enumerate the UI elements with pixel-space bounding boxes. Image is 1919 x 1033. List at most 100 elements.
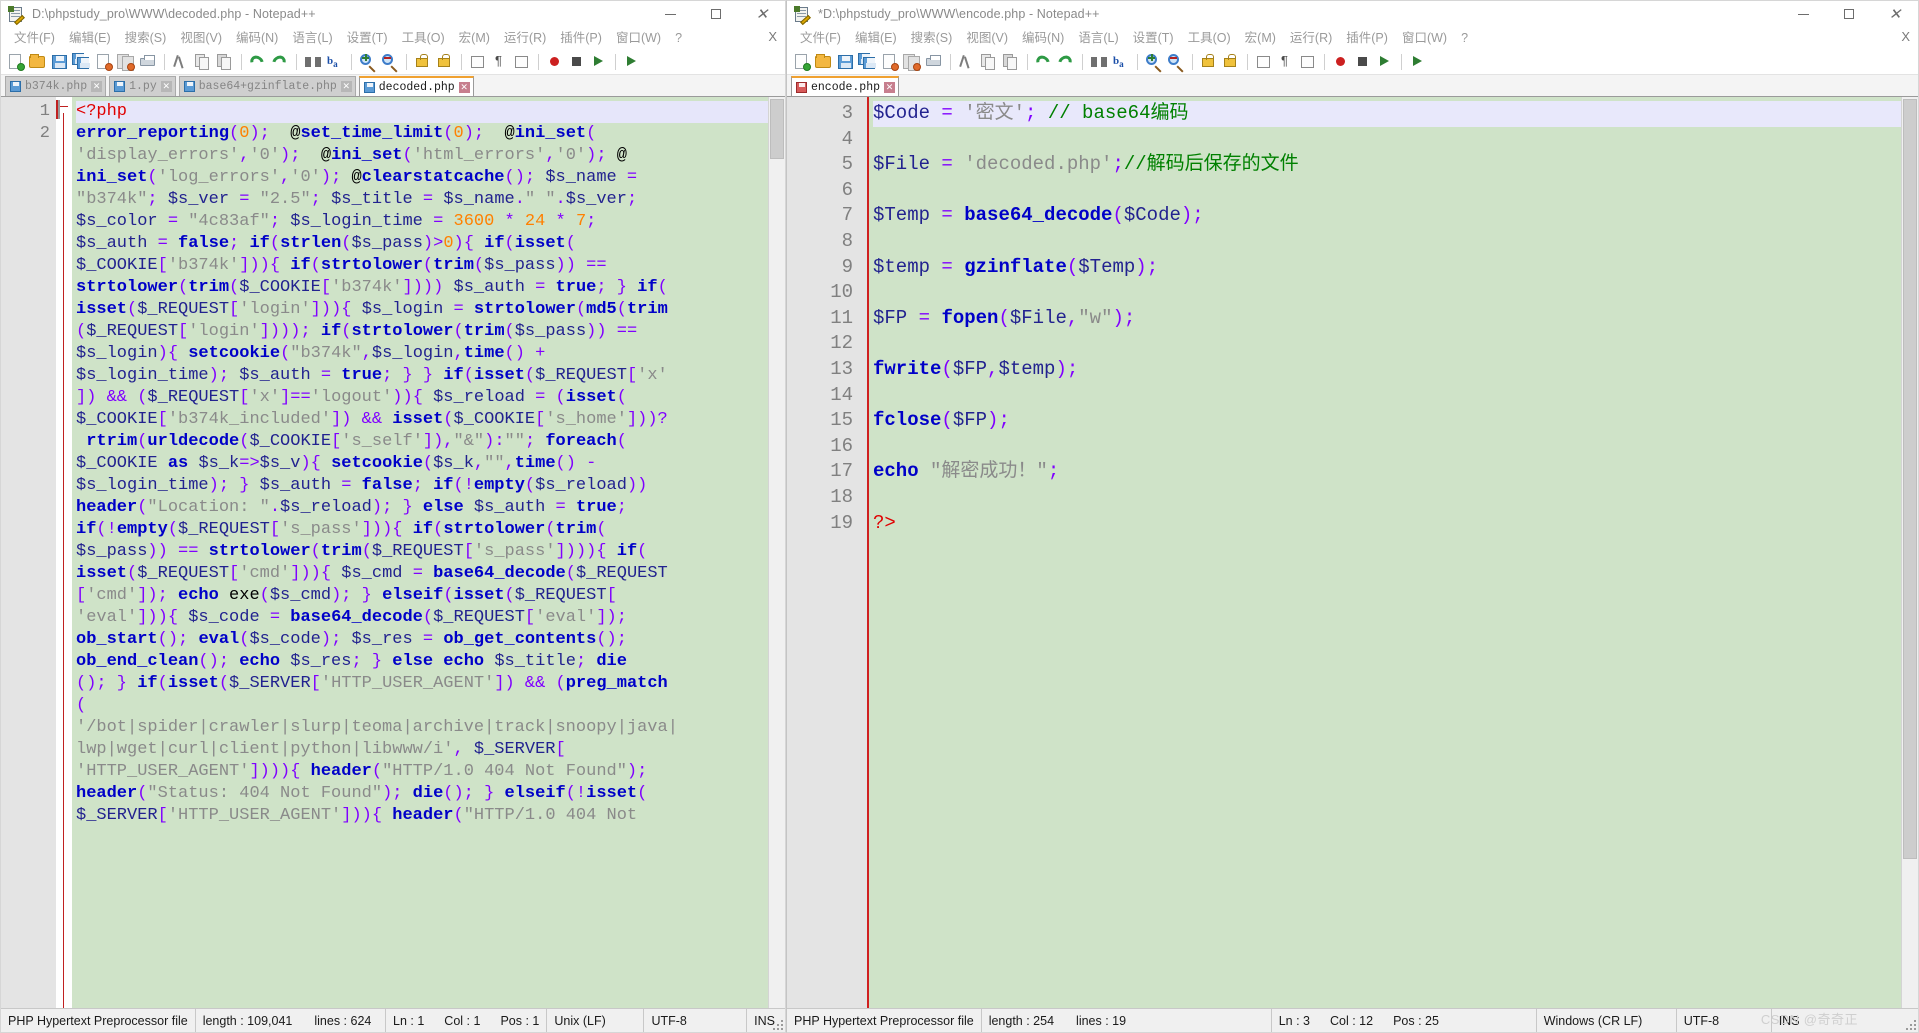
menu-encoding-left[interactable]: 编码(N) — [229, 27, 285, 49]
record-macro-icon[interactable] — [545, 52, 565, 72]
tab-b374k-php[interactable]: b374k.php ✕ — [5, 76, 107, 96]
resize-grip-left[interactable] — [771, 1018, 783, 1030]
close-file-icon[interactable] — [880, 52, 900, 72]
replace-icon[interactable]: ba — [1111, 52, 1131, 72]
scrollbar-thumb-right[interactable] — [1903, 99, 1917, 859]
menu-window-right[interactable]: 窗口(W) — [1395, 27, 1454, 49]
sync-vertical-icon[interactable] — [413, 52, 433, 72]
tab-close-icon[interactable]: ✕ — [340, 81, 352, 92]
vertical-scrollbar-left[interactable] — [768, 97, 785, 1008]
stop-macro-icon[interactable] — [1353, 52, 1373, 72]
tab-close-icon[interactable]: ✕ — [160, 81, 172, 92]
indent-guide-icon[interactable] — [512, 52, 532, 72]
zoom-in-icon[interactable] — [1144, 52, 1164, 73]
cut-icon[interactable] — [957, 52, 977, 72]
menu-search-right[interactable]: 搜索(S) — [904, 27, 960, 49]
code-area-right[interactable]: $Code = '密文'; // base64编码 $File = 'decod… — [869, 97, 1901, 1008]
menu-language-left[interactable]: 语言(L) — [285, 27, 339, 49]
redo-icon[interactable] — [269, 52, 290, 72]
print-icon[interactable] — [924, 52, 944, 72]
save-icon[interactable] — [836, 52, 856, 72]
new-file-icon[interactable] — [792, 52, 812, 72]
tab-decoded-php[interactable]: decoded.php ✕ — [358, 76, 474, 96]
document-close-button-left[interactable]: X — [768, 29, 777, 44]
save-all-icon[interactable] — [858, 52, 878, 72]
word-wrap-icon[interactable] — [1254, 52, 1274, 72]
paste-icon[interactable] — [215, 52, 235, 72]
menu-language-right[interactable]: 语言(L) — [1071, 27, 1125, 49]
fold-margin-left[interactable] — [56, 97, 72, 1008]
vertical-scrollbar-right[interactable] — [1901, 97, 1918, 1008]
menu-tools-right[interactable]: 工具(O) — [1181, 27, 1238, 49]
redo-icon[interactable] — [1055, 52, 1076, 72]
tab-close-icon[interactable]: ✕ — [458, 81, 470, 93]
menu-file-right[interactable]: 文件(F) — [793, 27, 848, 49]
titlebar-left[interactable]: D:\phpstudy_pro\WWW\decoded.php - Notepa… — [1, 1, 785, 27]
code-area-left[interactable]: <?php error_reporting(0); @set_time_limit… — [72, 97, 768, 1008]
open-folder-icon[interactable] — [814, 52, 834, 72]
menu-file-left[interactable]: 文件(F) — [7, 27, 62, 49]
editor-right[interactable]: 3 4 5 6 7 8 9 10 11 12 13 14 15 16 17 18 19 $Code = '密文'… — [787, 97, 1918, 1008]
menu-run-right[interactable]: 运行(R) — [1283, 27, 1339, 49]
menu-view-left[interactable]: 视图(V) — [173, 27, 229, 49]
scrollbar-thumb-left[interactable] — [770, 99, 784, 159]
cut-icon[interactable] — [171, 52, 191, 72]
run-icon[interactable] — [622, 52, 642, 72]
play-macro-icon[interactable] — [1375, 52, 1395, 72]
print-icon[interactable] — [138, 52, 158, 72]
tab-1-py[interactable]: 1.py ✕ — [109, 76, 176, 96]
maximize-button-right[interactable] — [1826, 1, 1872, 27]
undo-icon[interactable] — [1033, 52, 1054, 72]
menu-edit-left[interactable]: 编辑(E) — [62, 27, 118, 49]
stop-macro-icon[interactable] — [567, 52, 587, 72]
menu-search-left[interactable]: 搜索(S) — [118, 27, 174, 49]
menu-window-left[interactable]: 窗口(W) — [609, 27, 668, 49]
menu-tools-left[interactable]: 工具(O) — [395, 27, 452, 49]
menu-run-left[interactable]: 运行(R) — [497, 27, 553, 49]
menu-settings-right[interactable]: 设置(T) — [1126, 27, 1181, 49]
find-icon[interactable] — [1089, 52, 1109, 72]
document-close-button-right[interactable]: X — [1901, 29, 1910, 44]
close-button-left[interactable]: ✕ — [739, 1, 785, 27]
undo-icon[interactable] — [247, 52, 268, 72]
close-all-icon[interactable] — [116, 52, 136, 72]
copy-icon[interactable] — [193, 52, 213, 72]
menu-macro-right[interactable]: 宏(M) — [1238, 27, 1283, 49]
menu-view-right[interactable]: 视图(V) — [959, 27, 1015, 49]
tab-base64-gzinflate-php[interactable]: base64+gzinflate.php ✕ — [178, 76, 356, 96]
tab-encode-php[interactable]: encode.php ✕ — [791, 76, 900, 96]
paste-icon[interactable] — [1001, 52, 1021, 72]
tab-close-icon[interactable]: ✕ — [884, 81, 896, 93]
find-icon[interactable] — [303, 52, 323, 72]
minimize-button-right[interactable] — [1780, 1, 1826, 27]
run-icon[interactable] — [1408, 52, 1428, 72]
menu-settings-left[interactable]: 设置(T) — [340, 27, 395, 49]
word-wrap-icon[interactable] — [468, 52, 488, 72]
sync-horizontal-icon[interactable] — [1221, 52, 1241, 72]
menu-plugins-left[interactable]: 插件(P) — [553, 27, 609, 49]
record-macro-icon[interactable] — [1331, 52, 1351, 72]
menu-encoding-right[interactable]: 编码(N) — [1015, 27, 1071, 49]
menu-macro-left[interactable]: 宏(M) — [452, 27, 497, 49]
open-folder-icon[interactable] — [28, 52, 48, 72]
show-all-chars-icon[interactable]: ¶ — [1276, 52, 1296, 72]
minimize-button-left[interactable] — [647, 1, 693, 27]
close-button-right[interactable]: ✕ — [1872, 1, 1918, 27]
fold-toggle-icon-2[interactable] — [58, 100, 60, 119]
tab-close-icon[interactable]: ✕ — [91, 81, 103, 92]
maximize-button-left[interactable] — [693, 1, 739, 27]
indent-guide-icon[interactable] — [1298, 52, 1318, 72]
menu-plugins-right[interactable]: 插件(P) — [1339, 27, 1395, 49]
zoom-out-icon[interactable] — [1166, 52, 1186, 73]
show-all-chars-icon[interactable]: ¶ — [490, 52, 510, 72]
sync-vertical-icon[interactable] — [1199, 52, 1219, 72]
sync-horizontal-icon[interactable] — [435, 52, 455, 72]
fold-margin-right[interactable] — [859, 97, 869, 1008]
close-file-icon[interactable] — [94, 52, 114, 72]
close-all-icon[interactable] — [902, 52, 922, 72]
resize-grip-right[interactable] — [1904, 1018, 1916, 1030]
new-file-icon[interactable] — [6, 52, 26, 72]
titlebar-right[interactable]: *D:\phpstudy_pro\WWW\encode.php - Notepa… — [787, 1, 1918, 27]
menu-edit-right[interactable]: 编辑(E) — [848, 27, 904, 49]
zoom-out-icon[interactable] — [380, 52, 400, 73]
